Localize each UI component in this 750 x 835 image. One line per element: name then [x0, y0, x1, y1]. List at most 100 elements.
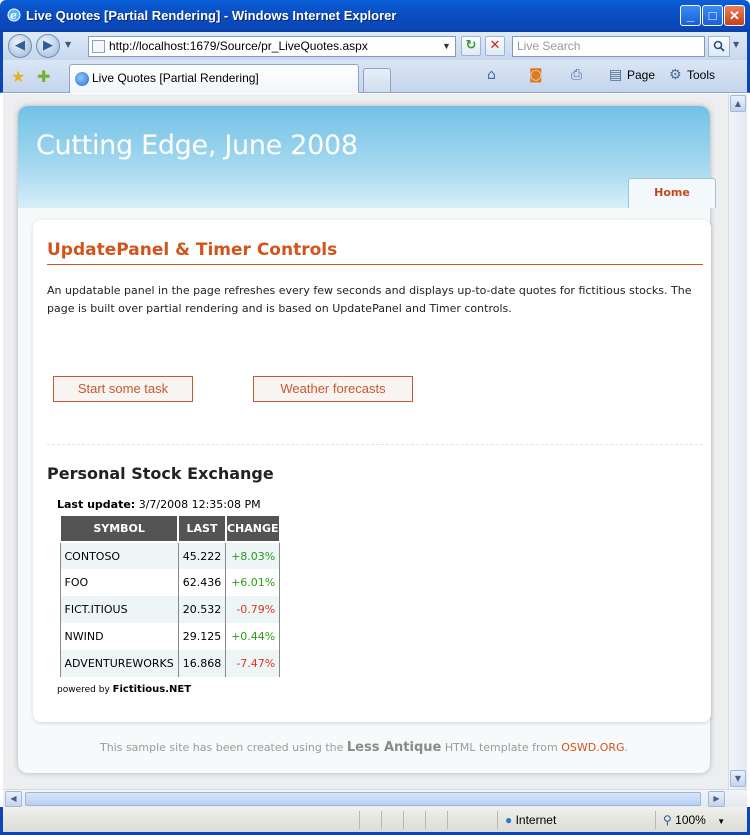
footer-text-mid: HTML template from: [444, 741, 558, 754]
zoom-control[interactable]: ⚲ 100% ▼: [663, 813, 725, 827]
site-footer: This sample site has been created using …: [18, 740, 710, 755]
table-row: ADVENTUREWORKS 16.868 -7.47%: [59, 650, 281, 677]
browser-viewport: Cutting Edge, June 2008 Home UpdatePanel…: [3, 94, 728, 789]
minimize-button[interactable]: _: [680, 5, 701, 26]
forward-button[interactable]: ▶: [36, 34, 60, 58]
favorites-star-icon[interactable]: ★: [11, 67, 25, 86]
add-favorites-icon[interactable]: ✚: [37, 67, 50, 86]
symbol-cell: NWIND: [59, 623, 179, 650]
last-update: Last update: 3/7/2008 12:35:08 PM: [57, 498, 261, 511]
forward-arrow-icon: ▶: [43, 38, 53, 53]
status-separator: [655, 811, 656, 829]
table-row: NWIND 29.125 +0.44%: [59, 623, 281, 650]
last-update-label: Last update:: [57, 498, 136, 511]
search-placeholder: Live Search: [517, 39, 581, 53]
feeds-icon[interactable]: ◙: [529, 67, 543, 83]
status-separator: [425, 811, 426, 829]
table-row: FOO 62.436 +6.01%: [59, 569, 281, 596]
status-separator: [359, 811, 360, 829]
change-cell: -0.79%: [225, 596, 281, 623]
page-menu[interactable]: Page: [627, 68, 655, 82]
section-divider: [47, 444, 703, 445]
powered-by: powered by Fictitious.NET: [57, 684, 191, 695]
footer-text-end: .: [624, 741, 629, 754]
horizontal-scroll-thumb[interactable]: [25, 792, 701, 806]
intro-text: An updatable panel in the page refreshes…: [47, 284, 692, 315]
last-cell: 62.436: [177, 569, 227, 596]
last-cell: 20.532: [177, 596, 227, 623]
url-dropdown-icon[interactable]: ▼: [440, 39, 453, 54]
status-separator: [381, 811, 382, 829]
symbol-cell: FICT.ITIOUS: [59, 596, 179, 623]
zoom-magnifier-icon: ⚲: [663, 813, 672, 827]
window-title: Live Quotes [Partial Rendering] - Window…: [26, 8, 397, 23]
ie-logo-icon: e: [7, 8, 21, 22]
scroll-left-icon[interactable]: ◀: [5, 791, 22, 807]
table-row: FICT.ITIOUS 20.532 -0.79%: [59, 596, 281, 623]
search-options-icon[interactable]: ▼: [733, 40, 739, 49]
table-header-row: SYMBOL LAST CHANGE: [58, 516, 281, 543]
tab-label: Live Quotes [Partial Rendering]: [92, 71, 259, 85]
status-bar: ● Internet ⚲ 100% ▼: [0, 807, 750, 835]
search-input[interactable]: Live Search: [512, 36, 705, 57]
refresh-button[interactable]: ↻: [461, 36, 481, 56]
symbol-cell: CONTOSO: [59, 542, 179, 569]
nav-home-tab[interactable]: Home: [628, 178, 716, 208]
stock-exchange-title: Personal Stock Exchange: [47, 464, 274, 483]
change-cell: +6.01%: [225, 569, 281, 596]
url-text: http://localhost:1679/Source/pr_LiveQuot…: [109, 39, 368, 53]
change-cell: +8.03%: [225, 542, 281, 569]
home-icon[interactable]: ⌂: [487, 67, 496, 83]
back-arrow-icon: ◀: [15, 38, 25, 53]
zoom-level: 100%: [675, 813, 706, 827]
footer-link[interactable]: OSWD.ORG: [561, 741, 624, 754]
column-header-change: CHANGE: [224, 516, 281, 543]
tools-menu[interactable]: Tools: [687, 68, 715, 82]
column-header-symbol: SYMBOL: [58, 516, 180, 543]
start-task-button[interactable]: Start some task: [53, 376, 193, 402]
url-input[interactable]: http://localhost:1679/Source/pr_LiveQuot…: [88, 36, 456, 57]
site-page: Cutting Edge, June 2008 Home UpdatePanel…: [18, 106, 716, 773]
powered-by-label: powered by: [57, 685, 110, 695]
address-toolbar: ◀ ▶ ▼ http://localhost:1679/Source/pr_Li…: [0, 32, 750, 60]
svg-text:e: e: [10, 9, 17, 22]
stock-table: SYMBOL LAST CHANGE CONTOSO 45.222 +8.03%…: [58, 516, 281, 677]
change-cell: -7.47%: [225, 650, 281, 677]
back-button[interactable]: ◀: [8, 34, 32, 58]
symbol-cell: ADVENTUREWORKS: [59, 650, 179, 677]
maximize-button[interactable]: □: [702, 5, 723, 26]
powered-by-name: Fictitious.NET: [112, 684, 192, 695]
last-update-value: 3/7/2008 12:35:08 PM: [138, 498, 261, 511]
search-icon: [713, 40, 725, 52]
last-cell: 45.222: [177, 542, 227, 569]
scroll-right-icon[interactable]: ▶: [708, 791, 725, 807]
column-header-last: LAST: [177, 516, 227, 543]
status-separator: [403, 811, 404, 829]
print-icon[interactable]: ⎙: [571, 67, 582, 83]
stop-icon: ✕: [489, 38, 501, 53]
change-cell: +0.44%: [225, 623, 281, 650]
last-cell: 16.868: [177, 650, 227, 677]
footer-text-before: This sample site has been created using …: [99, 741, 344, 754]
scroll-down-icon[interactable]: ▼: [730, 770, 746, 787]
tab-live-quotes[interactable]: Live Quotes [Partial Rendering]: [69, 64, 359, 93]
zone-label: Internet: [515, 813, 557, 827]
weather-forecasts-button[interactable]: Weather forecasts: [253, 376, 413, 402]
close-button[interactable]: ✕: [724, 5, 745, 26]
window-titlebar[interactable]: e Live Quotes [Partial Rendering] - Wind…: [0, 0, 750, 32]
new-tab-button[interactable]: [363, 68, 391, 92]
last-cell: 29.125: [177, 623, 227, 650]
scroll-up-icon[interactable]: ▲: [730, 95, 746, 112]
vertical-scrollbar[interactable]: ▲ ▼: [728, 94, 747, 789]
main-content: UpdatePanel & Timer Controls An updatabl…: [33, 220, 711, 722]
page-heading: UpdatePanel & Timer Controls: [47, 240, 703, 265]
horizontal-scrollbar[interactable]: ◀ ▶: [3, 789, 747, 807]
security-zone[interactable]: ● Internet: [505, 813, 556, 827]
status-separator: [497, 811, 498, 829]
zoom-dropdown-icon[interactable]: ▼: [717, 817, 725, 826]
search-button[interactable]: [708, 36, 730, 57]
stop-button[interactable]: ✕: [485, 36, 505, 56]
table-row: CONTOSO 45.222 +8.03%: [59, 542, 281, 569]
status-separator: [447, 811, 448, 829]
recent-pages-dropdown-icon[interactable]: ▼: [65, 40, 71, 49]
